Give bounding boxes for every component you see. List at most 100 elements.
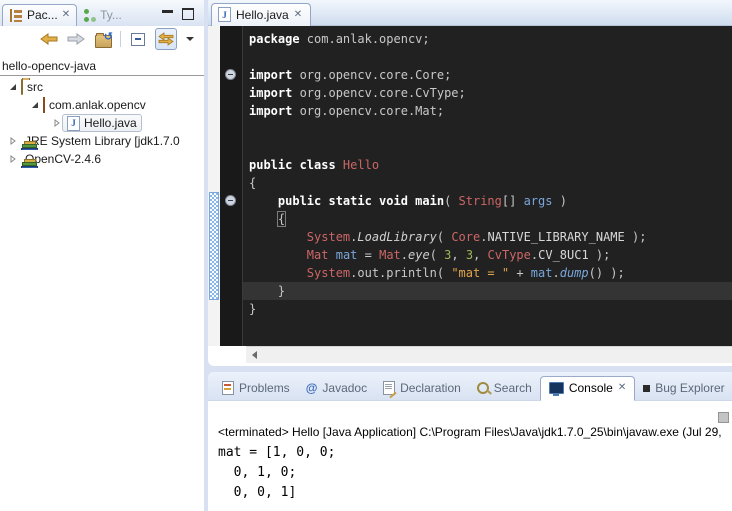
tree-label: src [27, 80, 43, 94]
tab-label: Hello.java [236, 8, 289, 22]
project-separator [0, 75, 204, 76]
type-hierarchy-icon [83, 9, 96, 22]
sidebar-toolbar: ↺ [0, 26, 204, 52]
annotation-ruler[interactable] [208, 26, 220, 346]
code-line[interactable]: import org.opencv.core.Core; [243, 66, 732, 84]
tab-label: Bug Explorer [655, 381, 724, 395]
bottom-tabbar: Problems @ Javadoc Declaration Search Co… [208, 372, 732, 401]
code-line[interactable]: { [243, 210, 732, 228]
package-icon [43, 98, 45, 112]
tab-type-hierarchy[interactable]: Ty... [77, 5, 128, 26]
tab-declaration[interactable]: Declaration [375, 377, 469, 400]
sidebar-tabbar: Pac... ✕ Ty... [0, 0, 204, 26]
problems-icon [222, 381, 234, 395]
forward-button[interactable] [66, 29, 86, 49]
folding-gutter[interactable] [220, 26, 242, 346]
tab-label: Console [569, 381, 613, 395]
collapsed-arrow-icon[interactable] [52, 119, 62, 127]
horizontal-scrollbar[interactable] [246, 346, 732, 363]
tree-item-jre-library[interactable]: JRE System Library [jdk1.7.0 [0, 132, 204, 150]
console-line: 0, 0, 1] [218, 483, 724, 503]
code-line[interactable]: import org.opencv.core.Mat; [243, 102, 732, 120]
tab-problems[interactable]: Problems [214, 377, 298, 400]
console-process-header: <terminated> Hello [Java Application] C:… [218, 425, 724, 439]
code-line[interactable]: System.out.println( "mat = " + mat.dump(… [243, 264, 732, 282]
tree-item-opencv-library[interactable]: OpenCV-2.4.6 [0, 150, 204, 168]
console-output[interactable]: mat = [1, 0, 0; 0, 1, 0; 0, 0, 1] [218, 443, 724, 503]
maximize-icon[interactable] [182, 8, 194, 20]
console-view[interactable]: <terminated> Hello [Java Application] C:… [208, 401, 732, 503]
go-into-button[interactable]: ↺ [93, 29, 113, 49]
code-editor[interactable]: package com.anlak.opencv; import org.open… [242, 26, 732, 346]
close-icon[interactable]: ✕ [294, 10, 302, 20]
tree-label: JRE System Library [jdk1.7.0 [25, 134, 180, 148]
eclipse-window: Pac... ✕ Ty... [0, 0, 732, 511]
fold-collapse-icon[interactable] [225, 69, 236, 80]
tree-item-hello-java[interactable]: J Hello.java [0, 114, 204, 132]
tab-console[interactable]: Console ✕ [540, 376, 635, 401]
code-line[interactable]: } [243, 282, 732, 300]
forward-arrow-icon [67, 33, 85, 45]
code-line[interactable]: System.LoadLibrary( Core.NATIVE_LIBRARY_… [243, 228, 732, 246]
tree-item-src[interactable]: src [0, 78, 204, 96]
console-line: mat = [1, 0, 0; [218, 443, 724, 463]
tab-label: Problems [239, 381, 290, 395]
tree-label: Hello.java [84, 116, 137, 130]
code-line[interactable]: public class Hello [243, 156, 732, 174]
code-line[interactable]: package com.anlak.opencv; [243, 30, 732, 48]
console-toolbar-stub[interactable] [718, 412, 729, 423]
scroll-left-arrow-icon[interactable] [246, 348, 262, 363]
back-button[interactable] [39, 29, 59, 49]
tree-item-project[interactable]: hello-opencv-java [0, 58, 204, 74]
editor-body: package com.anlak.opencv; import org.open… [208, 26, 732, 346]
source-folder-icon [21, 80, 23, 94]
close-icon[interactable]: ✕ [62, 10, 70, 20]
range-indicator [209, 192, 219, 300]
tab-bug-explorer[interactable]: Bug Explorer [635, 377, 732, 400]
tab-package-explorer[interactable]: Pac... ✕ [2, 4, 77, 26]
bottom-view-stack: Problems @ Javadoc Declaration Search Co… [208, 372, 732, 511]
square-plugin-icon [643, 385, 650, 392]
view-menu-button[interactable] [184, 29, 196, 49]
java-file-icon: J [218, 7, 231, 22]
code-line[interactable]: } [243, 300, 732, 318]
tab-label: Ty... [100, 8, 122, 22]
tab-label: Declaration [400, 381, 461, 395]
toolbar-separator [120, 31, 121, 47]
expanded-arrow-icon[interactable] [8, 83, 18, 91]
go-into-folder-icon: ↺ [95, 33, 111, 46]
declaration-icon [383, 381, 395, 395]
code-line[interactable]: Mat mat = Mat.eye( 3, 3, CvType.CV_8UC1 … [243, 246, 732, 264]
tab-label: Javadoc [322, 381, 367, 395]
code-line[interactable]: import org.opencv.core.CvType; [243, 84, 732, 102]
expanded-arrow-icon[interactable] [30, 101, 40, 109]
code-line[interactable]: { [243, 174, 732, 192]
code-line[interactable]: public static void main( String[] args ) [243, 192, 732, 210]
editor-tabbar: J Hello.java ✕ [208, 0, 732, 26]
console-line: 0, 1, 0; [218, 463, 724, 483]
collapse-all-icon [131, 33, 145, 46]
editor-area: J Hello.java ✕ package com.anlak.opencv;… [208, 0, 732, 366]
tree-item-package[interactable]: com.anlak.opencv [0, 96, 204, 114]
collapsed-arrow-icon[interactable] [8, 155, 18, 163]
back-arrow-icon [40, 33, 58, 45]
minimize-icon[interactable] [162, 10, 173, 19]
close-icon[interactable]: ✕ [618, 383, 626, 393]
code-line[interactable] [243, 48, 732, 66]
collapse-all-button[interactable] [128, 29, 148, 49]
collapsed-arrow-icon[interactable] [8, 137, 18, 145]
tab-search[interactable]: Search [469, 377, 540, 400]
link-with-editor-button[interactable] [155, 28, 177, 50]
selected-item-box[interactable]: J Hello.java [62, 114, 142, 132]
code-line[interactable] [243, 120, 732, 138]
javadoc-icon: @ [306, 382, 318, 394]
project-label: hello-opencv-java [2, 59, 96, 73]
view-window-buttons [162, 8, 204, 26]
code-line[interactable] [243, 138, 732, 156]
fold-collapse-icon[interactable] [225, 195, 236, 206]
project-tree: hello-opencv-java src com.anlak.opencv [0, 52, 204, 168]
tab-javadoc[interactable]: @ Javadoc [298, 377, 375, 400]
chevron-down-icon [186, 37, 194, 41]
tab-hello-java[interactable]: J Hello.java ✕ [211, 3, 311, 26]
console-icon [549, 382, 564, 394]
